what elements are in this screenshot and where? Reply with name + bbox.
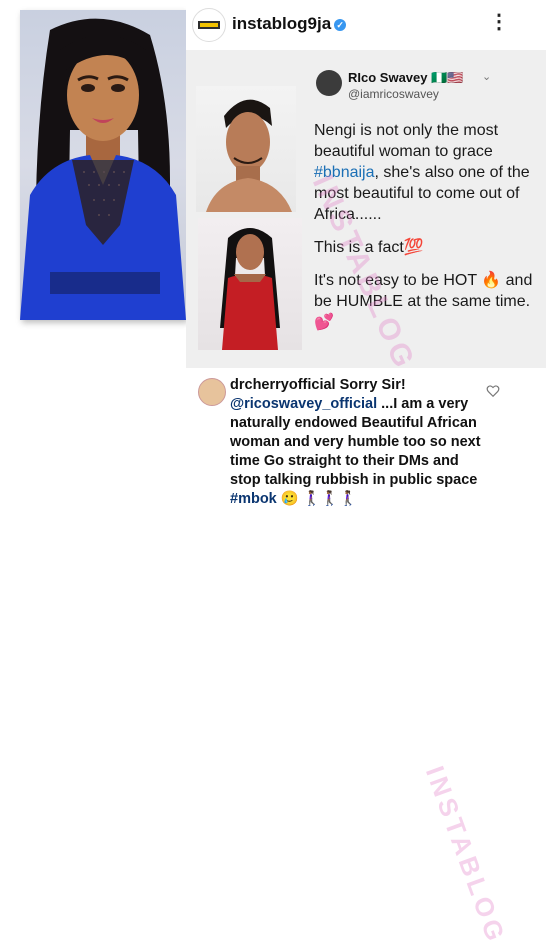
more-options-icon[interactable]: ⋮ — [489, 9, 510, 34]
verified-icon: ✓ — [334, 18, 347, 31]
woman-in-blue-image — [20, 18, 186, 320]
tweet-image: RIco Swavey 🇳🇬🇺🇸 @iamricoswavey ⌄ Nengi … — [186, 50, 546, 376]
commenter-avatar[interactable] — [198, 378, 226, 406]
instagram-post: instablog9ja ✓ ⋮ RIco Swavey 🇳🇬🇺🇸 @iamric… — [186, 0, 546, 948]
account-avatar[interactable] — [192, 8, 226, 42]
man-image — [206, 99, 292, 212]
instablog-logo-icon — [194, 10, 224, 40]
heart-icon[interactable] — [486, 384, 500, 398]
left-photo — [20, 10, 186, 320]
mbok-hashtag[interactable]: #mbok — [230, 491, 277, 507]
commenter-username[interactable]: drcherryofficial — [230, 377, 336, 393]
tweet-author-handle: @iamricoswavey — [348, 87, 439, 101]
username-text: instablog9ja — [232, 14, 332, 33]
tweet-avatar — [316, 70, 342, 96]
comment-text: drcherryofficial Sorry Sir! @ricoswavey_… — [230, 376, 484, 509]
account-username[interactable]: instablog9ja ✓ — [232, 14, 347, 34]
chevron-down-icon: ⌄ — [482, 71, 492, 83]
instablog-watermark-2: INSTABLOG — [419, 762, 513, 949]
tweet-text-part: Nengi is not only the most beautiful wom… — [314, 122, 499, 160]
comment-text-part: Sorry Sir! — [335, 377, 406, 393]
comment-emoji: 🥲 🚶🏾‍♀️🚶🏾‍♀️🚶🏾‍♀️ — [276, 491, 358, 507]
woman-in-red-photo — [198, 218, 302, 350]
post-header: instablog9ja ✓ ⋮ — [186, 0, 546, 48]
man-photo — [196, 86, 296, 212]
tweet-author-name: RIco Swavey 🇳🇬🇺🇸 — [348, 70, 464, 85]
woman-in-red-image — [220, 228, 280, 350]
comment-mention[interactable]: @ricoswavey_official — [230, 396, 377, 412]
comment: drcherryofficial Sorry Sir! @ricoswavey_… — [186, 370, 546, 948]
